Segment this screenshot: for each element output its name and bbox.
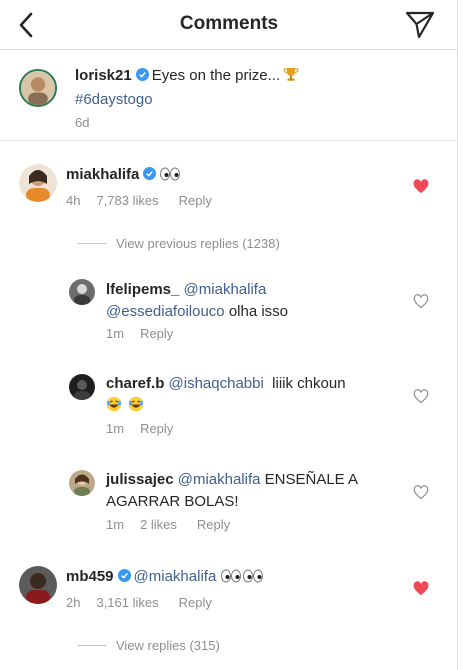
timestamp: 6d (75, 115, 90, 130)
avatar[interactable] (19, 69, 57, 107)
comment-body: ENSEÑALE A (264, 471, 359, 488)
eyes-icon (159, 166, 181, 188)
timestamp: 1m (106, 326, 125, 341)
header-bar: Comments (0, 0, 457, 50)
view-replies-label[interactable]: View replies (315) (116, 638, 220, 653)
heart-outline-icon[interactable] (413, 294, 429, 309)
mention-link[interactable]: @miakhalifa (178, 471, 261, 488)
verified-badge-icon (143, 167, 157, 180)
reply-button[interactable]: Reply (140, 326, 173, 341)
view-replies[interactable]: View replies (315) (78, 638, 220, 653)
heart-outline-icon[interactable] (413, 389, 429, 404)
divider (78, 243, 106, 244)
username[interactable]: lorisk21 (75, 67, 132, 84)
timestamp: 4h (66, 193, 81, 208)
timestamp: 2h (66, 595, 81, 610)
comment-text: julissajec @miakhalifa ENSEÑALE A AGARRA… (106, 469, 406, 513)
like-count[interactable]: 2 likes (140, 517, 177, 532)
like-count[interactable]: 7,783 likes (96, 193, 158, 208)
comment-body: liiik chkoun (272, 375, 346, 392)
caption-text: lorisk21 Eyes on the prize... #6daystogo (75, 65, 435, 111)
comments-screen: Comments lorisk21 Eyes on the prize... #6… (0, 0, 458, 670)
reply-button[interactable]: Reply (140, 421, 173, 436)
heart-outline-icon[interactable] (413, 485, 429, 500)
username[interactable]: mb459 (66, 568, 114, 585)
caption-meta: 6d (75, 115, 105, 130)
avatar[interactable] (69, 279, 95, 305)
mention-link[interactable]: @miakhalifa (134, 568, 217, 585)
timestamp: 1m (106, 421, 125, 436)
page-title: Comments (179, 13, 279, 34)
username[interactable]: julissajec (106, 471, 174, 488)
comment-body: olha isso (228, 303, 289, 320)
trophy-icon (283, 66, 299, 89)
view-previous-replies[interactable]: View previous replies (1238) (78, 236, 280, 251)
mention-link[interactable]: @ishaqchabbi (169, 375, 264, 392)
comment-meta: 1m Reply (106, 421, 189, 436)
comment-meta: 2h 3,161 likes Reply (66, 595, 228, 610)
comment-meta: 1m 2 likes Reply (106, 517, 246, 532)
like-count[interactable]: 3,161 likes (96, 595, 158, 610)
avatar[interactable] (69, 374, 95, 400)
username[interactable]: miakhalifa (66, 166, 139, 183)
comment-text: charef.b @ishaqchabbi liiik chkoun (106, 373, 406, 419)
heart-filled-icon[interactable] (413, 581, 429, 596)
caption-body: Eyes on the prize... (151, 67, 281, 84)
divider (78, 645, 106, 646)
post-caption: lorisk21 Eyes on the prize... #6daystogo … (0, 51, 457, 141)
paper-plane-icon[interactable] (404, 10, 436, 40)
heart-filled-icon[interactable] (413, 179, 429, 194)
username[interactable]: charef.b (106, 375, 164, 392)
mention-link[interactable]: @miakhalifa (184, 281, 267, 298)
comment-text: miakhalifa (66, 164, 406, 188)
reply-button[interactable]: Reply (179, 595, 212, 610)
reply-button[interactable]: Reply (197, 517, 230, 532)
eyes-icon (220, 568, 264, 590)
avatar[interactable] (19, 566, 57, 604)
laughing-emoji-icon (106, 396, 146, 419)
comment-body-line2: AGARRAR BOLAS! (106, 493, 239, 510)
comment-text: lfelipems_ @miakhalifa @essediafoilouco … (106, 279, 406, 323)
reply-button[interactable]: Reply (179, 193, 212, 208)
view-replies-label[interactable]: View previous replies (1238) (116, 236, 280, 251)
avatar[interactable] (69, 470, 95, 496)
comment-text: mb459 @miakhalifa (66, 566, 406, 590)
avatar[interactable] (19, 164, 57, 202)
comment-meta: 1m Reply (106, 326, 189, 341)
verified-badge-icon (117, 569, 131, 582)
timestamp: 1m (106, 517, 125, 532)
verified-badge-icon (135, 68, 149, 81)
mention-link[interactable]: @essediafoilouco (106, 303, 225, 320)
comment-meta: 4h 7,783 likes Reply (66, 193, 228, 208)
username[interactable]: lfelipems_ (106, 281, 179, 298)
hashtag-link[interactable]: #6daystogo (75, 89, 435, 111)
